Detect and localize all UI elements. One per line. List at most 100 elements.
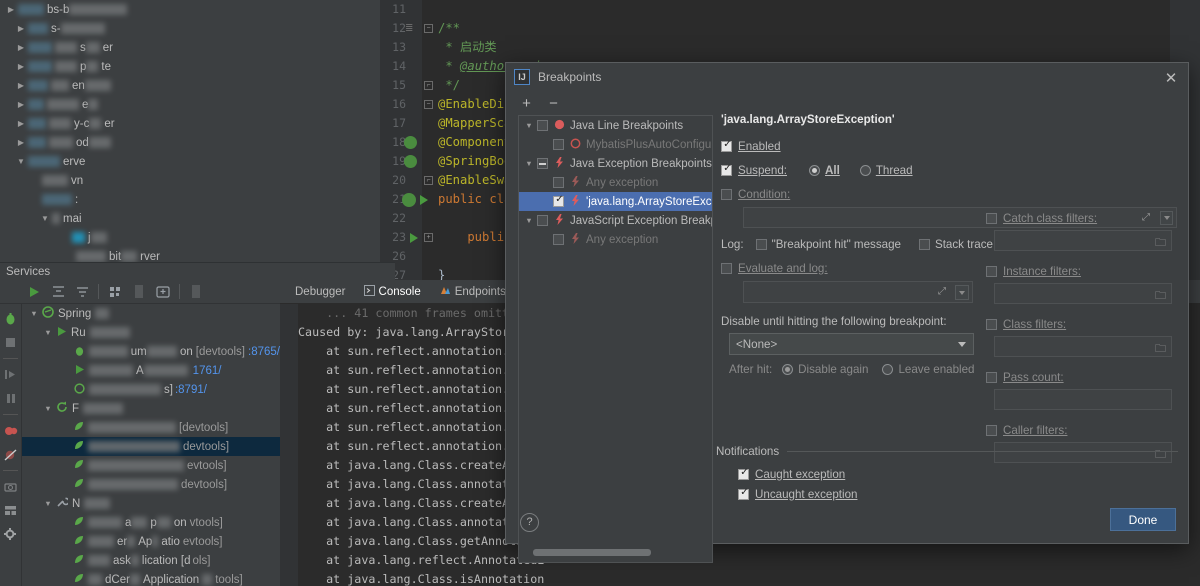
- close-icon[interactable]: ✕: [1162, 69, 1180, 87]
- add-breakpoint-button[interactable]: +: [518, 95, 535, 112]
- expand-editor-icon[interactable]: ⤢: [938, 286, 946, 297]
- pass-count-row[interactable]: Pass count:: [986, 367, 1176, 387]
- catch-class-filters-checkbox[interactable]: [986, 212, 997, 224]
- services-tree[interactable]: ▼ Spring ▼ Ru um on [devtools] :8765/ A 1…: [22, 304, 280, 586]
- fold-end-icon[interactable]: ⌐: [424, 81, 433, 90]
- class-filters-checkbox[interactable]: [986, 318, 997, 330]
- list-item[interactable]: ▶ en: [0, 76, 395, 95]
- chevron-down-icon[interactable]: ▼: [521, 159, 537, 168]
- caller-filters-checkbox[interactable]: [986, 424, 997, 436]
- chevron-right-icon[interactable]: ▶: [14, 138, 28, 147]
- tab-console[interactable]: Console: [355, 280, 430, 304]
- chevron-down-icon[interactable]: [958, 342, 966, 347]
- chevron-down-icon[interactable]: ▼: [40, 328, 56, 337]
- disable-again-radio[interactable]: [782, 364, 794, 375]
- history-dropdown-icon[interactable]: [955, 285, 969, 300]
- debug-action-rail[interactable]: [0, 280, 22, 586]
- chevron-right-icon[interactable]: ▶: [14, 100, 28, 109]
- leave-enabled-radio[interactable]: [882, 364, 894, 375]
- tree-item-arraystoreexception[interactable]: 'java.lang.ArrayStoreException': [519, 192, 712, 211]
- suspend-row[interactable]: Suspend: All Thread: [721, 160, 1178, 180]
- add-tab-icon[interactable]: [151, 281, 175, 303]
- suspend-checkbox[interactable]: [721, 163, 733, 176]
- list-item[interactable]: s] :8791/: [22, 380, 280, 399]
- uncaught-exception-checkbox[interactable]: [738, 487, 750, 500]
- expand-all-icon[interactable]: [46, 281, 70, 303]
- list-item[interactable]: ▼ Ru: [22, 323, 280, 342]
- list-item[interactable]: [devtools]: [22, 418, 280, 437]
- fold-toggle-icon[interactable]: +: [424, 233, 433, 242]
- folder-icon[interactable]: 🗀: [1155, 234, 1166, 253]
- condition-row[interactable]: Condition:: [721, 184, 1178, 204]
- after-hit-leave-enabled-option[interactable]: Leave enabled: [882, 363, 975, 376]
- step-over-icon[interactable]: [1, 363, 21, 386]
- tree-item-javascript-exception-breakpoints[interactable]: ▼ JavaScript Exception Breakpoints: [519, 211, 712, 230]
- list-item[interactable]: ▶ s-: [0, 19, 395, 38]
- camera-icon[interactable]: [1, 475, 21, 498]
- enabled-row[interactable]: Enabled: [721, 136, 1178, 156]
- tree-item-java-line-breakpoints[interactable]: ▼ Java Line Breakpoints: [519, 116, 712, 135]
- class-filters-input[interactable]: 🗀: [994, 336, 1172, 357]
- checkbox[interactable]: [553, 194, 565, 207]
- suspend-all-radio[interactable]: [809, 164, 820, 176]
- list-item[interactable]: ▶ bs-b: [0, 0, 395, 19]
- port-link[interactable]: 1761/: [193, 365, 222, 377]
- fold-end-icon[interactable]: ⌐: [424, 176, 433, 185]
- port-link[interactable]: :8765/: [248, 346, 280, 358]
- chevron-down-icon[interactable]: ▼: [38, 214, 52, 223]
- chevron-down-icon[interactable]: ▼: [26, 309, 42, 318]
- run-icon[interactable]: [22, 281, 46, 303]
- list-item[interactable]: evtools]: [22, 456, 280, 475]
- list-item[interactable]: bit rver: [0, 247, 395, 262]
- checkbox[interactable]: [553, 234, 564, 245]
- list-item[interactable]: ▼ F: [22, 399, 280, 418]
- folder-icon[interactable]: 🗀: [1155, 340, 1166, 359]
- done-button[interactable]: Done: [1110, 508, 1176, 531]
- list-item[interactable]: ask lication [d ols]: [22, 551, 280, 570]
- chevron-down-icon[interactable]: ▼: [40, 404, 56, 413]
- run-gutter-icon[interactable]: [410, 233, 418, 243]
- chevron-down-icon[interactable]: ▼: [521, 121, 537, 130]
- chevron-right-icon[interactable]: ▶: [14, 119, 28, 128]
- list-item[interactable]: ▶ s er: [0, 38, 395, 57]
- condition-checkbox[interactable]: [721, 188, 732, 200]
- tree-horizontal-scrollbar[interactable]: [533, 549, 708, 556]
- view-breakpoints-icon[interactable]: [1, 419, 21, 442]
- instance-filters-row[interactable]: Instance filters:: [986, 261, 1176, 281]
- collapse-all-icon[interactable]: [70, 281, 94, 303]
- port-link[interactable]: :8791/: [175, 384, 207, 396]
- breakpoint-toolbar[interactable]: + −: [518, 95, 562, 112]
- uncaught-exception-row[interactable]: Uncaught exception: [738, 484, 1178, 504]
- list-item[interactable]: ▶ e: [0, 95, 395, 114]
- settings-icon[interactable]: [1, 523, 21, 546]
- instance-filters-checkbox[interactable]: [986, 265, 997, 277]
- stack-trace-checkbox[interactable]: [918, 239, 930, 250]
- pass-count-input[interactable]: [994, 389, 1172, 410]
- checkbox[interactable]: [537, 120, 548, 131]
- checkbox[interactable]: [553, 139, 564, 150]
- enabled-checkbox[interactable]: [721, 139, 733, 152]
- checkbox[interactable]: [553, 177, 564, 188]
- mute-breakpoints-icon[interactable]: [1, 443, 21, 466]
- chevron-right-icon[interactable]: ▶: [14, 62, 28, 71]
- list-item[interactable]: ▼ mai: [0, 209, 395, 228]
- disable-until-combo[interactable]: <None>: [729, 333, 974, 355]
- project-tree-panel[interactable]: ▶ bs-b ▶ s- ▶ s er ▶ p te ▶ en ▶ e ▶ y-c er…: [0, 0, 395, 262]
- breakpoints-dialog[interactable]: IJ Breakpoints ✕ + − ▼ Java Line Breakpo…: [505, 62, 1189, 563]
- fold-toggle-icon[interactable]: −: [424, 100, 433, 109]
- list-item[interactable]: ▼ N: [22, 494, 280, 513]
- layout-icon[interactable]: [1, 499, 21, 522]
- folder-icon[interactable]: 🗀: [1155, 287, 1166, 306]
- chevron-down-icon[interactable]: ▼: [40, 499, 56, 508]
- debug-icon[interactable]: [1, 307, 21, 330]
- pause-icon[interactable]: [1, 387, 21, 410]
- list-item[interactable]: ▶ od: [0, 133, 395, 152]
- log-message-row[interactable]: "Breakpoint hit" message: [755, 238, 901, 251]
- instance-filters-input[interactable]: 🗀: [994, 283, 1172, 304]
- caller-filters-row[interactable]: Caller filters:: [986, 420, 1176, 440]
- evaluate-and-log-checkbox[interactable]: [721, 262, 732, 274]
- list-item[interactable]: ▼ erve: [0, 152, 395, 171]
- remove-breakpoint-button[interactable]: −: [545, 95, 562, 112]
- caught-exception-row[interactable]: Caught exception: [738, 464, 1178, 484]
- list-item[interactable]: devtools]: [22, 437, 280, 456]
